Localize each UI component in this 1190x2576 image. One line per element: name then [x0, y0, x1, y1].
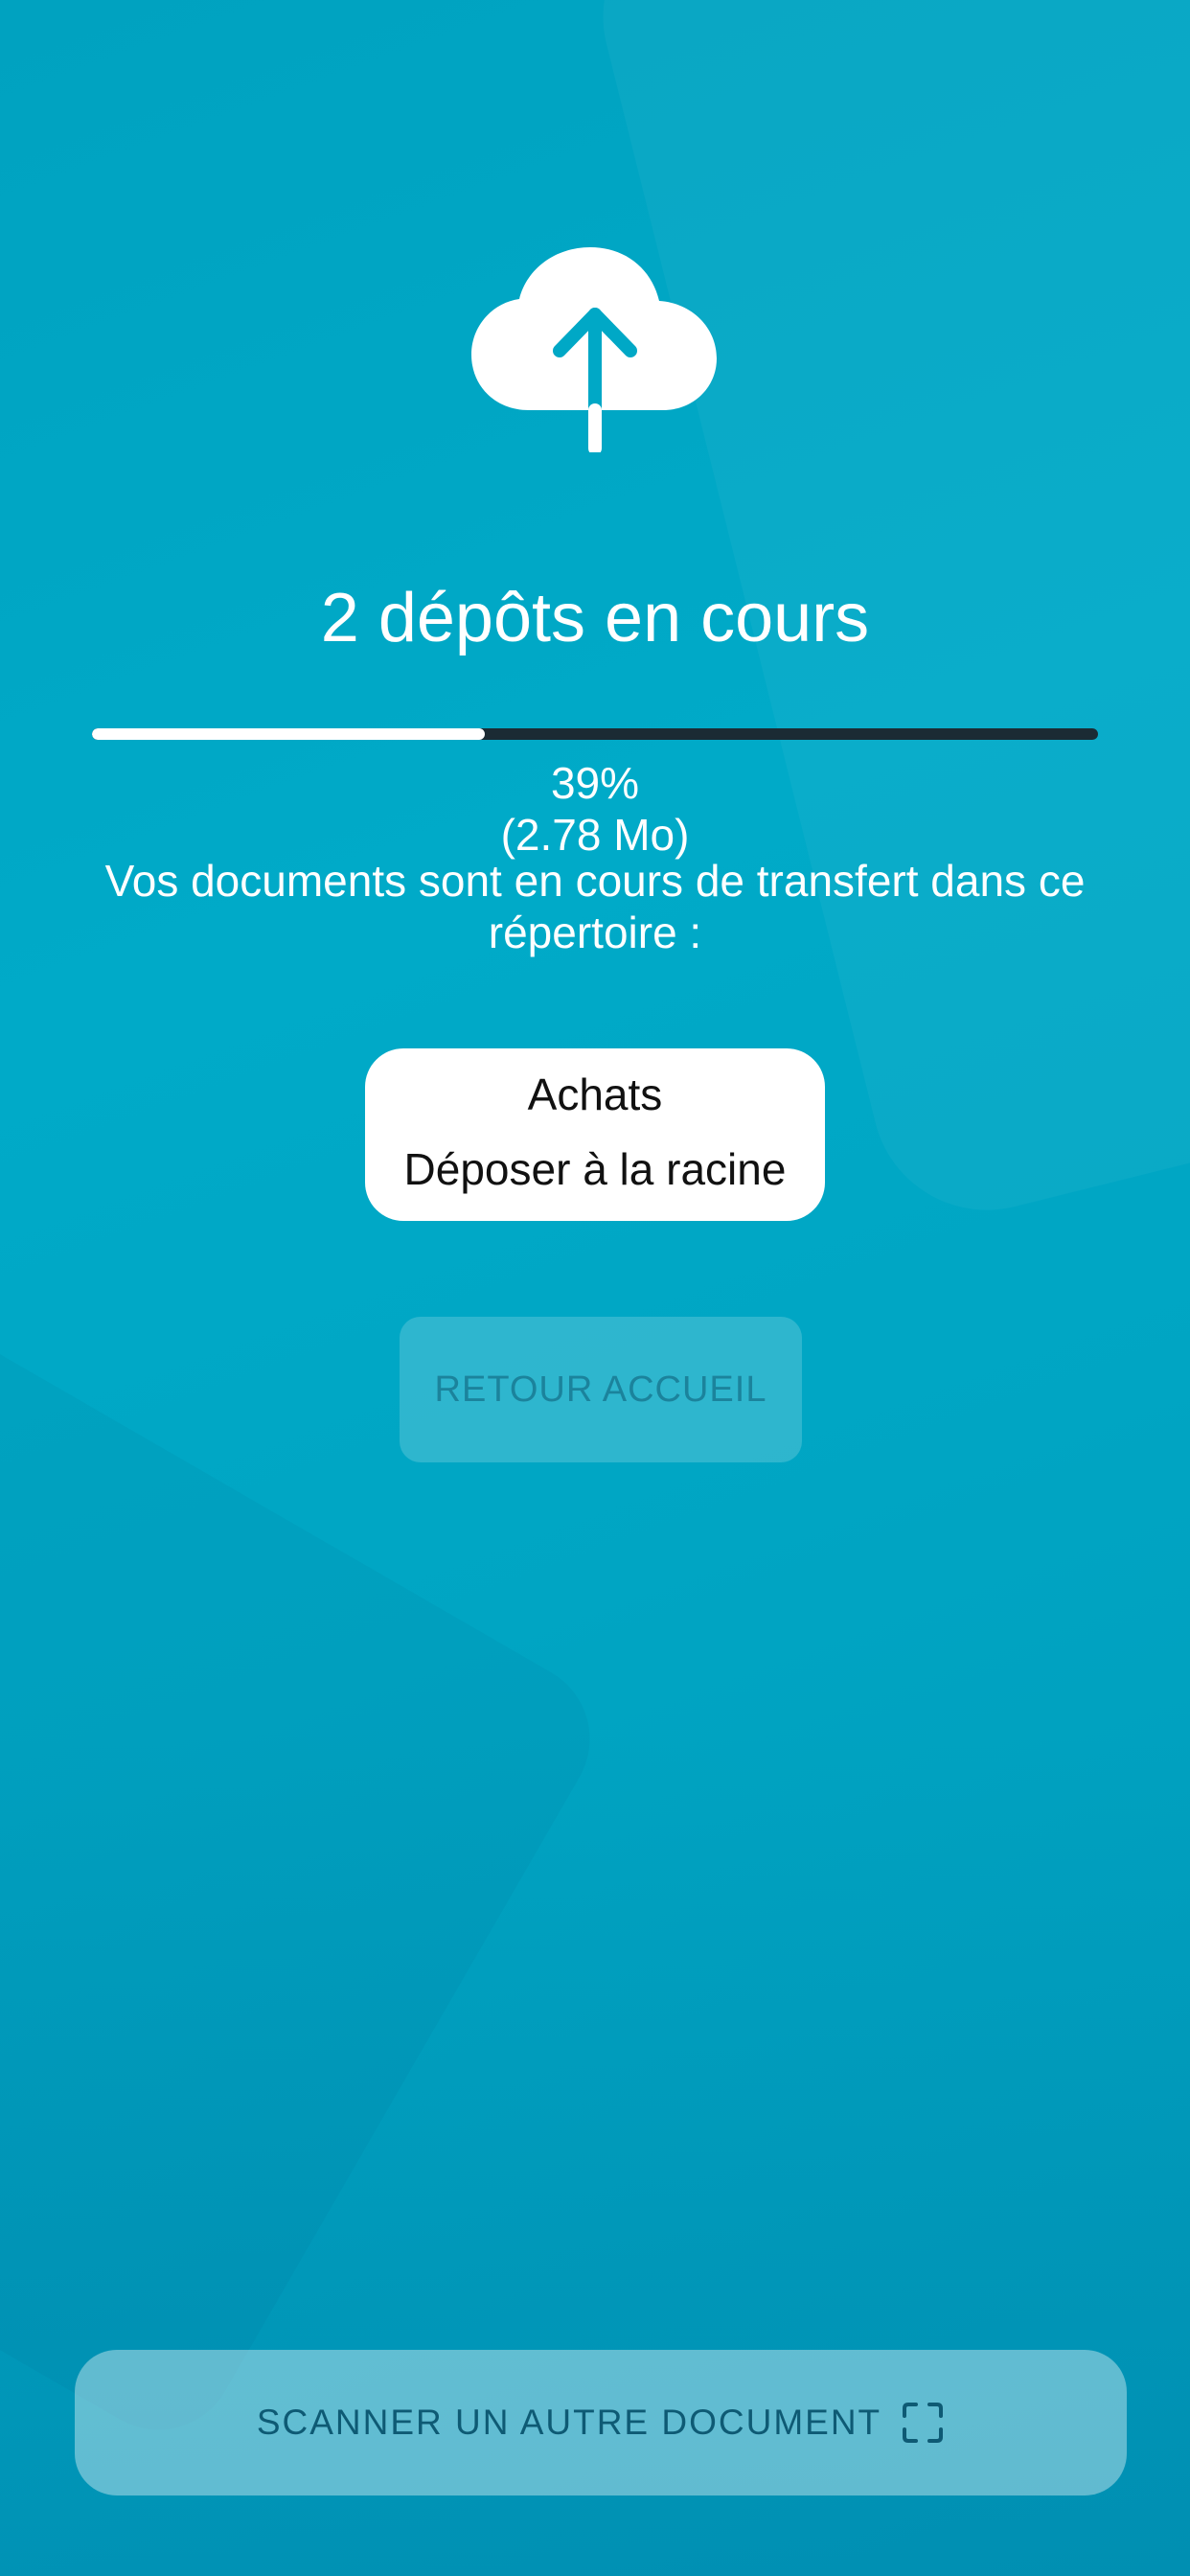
scan-button-label: SCANNER UN AUTRE DOCUMENT [256, 2403, 882, 2442]
folder-subtitle: Déposer à la racine [403, 1144, 787, 1194]
upload-progress-bar [92, 728, 1098, 740]
upload-description: Vos documents sont en cours de transfert… [104, 856, 1086, 957]
upload-size: (2.78 Mo) [500, 810, 690, 860]
scan-another-document-button[interactable]: SCANNER UN AUTRE DOCUMENT [75, 2350, 1127, 2496]
back-home-button[interactable]: RETOUR ACCUEIL [400, 1317, 802, 1462]
cloud-upload-icon [471, 247, 717, 452]
upload-screen: 2 dépôts en cours 39% (2.78 Mo) Vos docu… [0, 0, 1190, 2576]
progress-percent: 39% [550, 758, 640, 808]
back-home-label: RETOUR ACCUEIL [434, 1368, 767, 1410]
upload-title: 2 dépôts en cours [320, 580, 870, 656]
upload-progress-fill [92, 728, 485, 740]
destination-folder-card: Achats Déposer à la racine [365, 1048, 825, 1221]
scan-frame-icon [903, 2403, 944, 2443]
folder-name: Achats [527, 1070, 663, 1119]
